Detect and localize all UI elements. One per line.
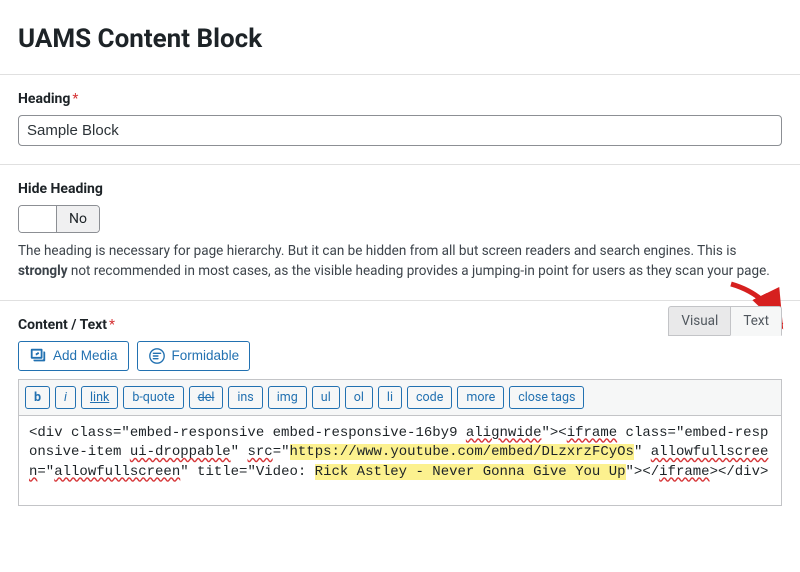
formidable-label: Formidable xyxy=(172,348,240,363)
heading-label-text: Heading xyxy=(18,91,70,107)
heading-label: Heading* xyxy=(18,91,782,107)
add-media-button[interactable]: Add Media xyxy=(18,341,129,371)
tab-text[interactable]: Text xyxy=(730,306,782,336)
tab-visual[interactable]: Visual xyxy=(668,306,730,336)
content-label-text: Content / Text xyxy=(18,317,107,333)
required-mark: * xyxy=(72,91,78,107)
formidable-icon xyxy=(148,347,166,365)
help-text: not recommended in most cases, as the vi… xyxy=(68,263,770,279)
content-label: Content / Text* xyxy=(18,317,782,333)
toggle-handle xyxy=(19,206,57,232)
content-field: Content / Text* Add Media Formidable Vis… xyxy=(18,301,782,524)
qt-code[interactable]: code xyxy=(407,386,452,409)
qt-del[interactable]: del xyxy=(189,386,224,409)
qt-li[interactable]: li xyxy=(378,386,402,409)
page-title: UAMS Content Block xyxy=(18,0,782,74)
media-icon xyxy=(29,347,47,365)
quicktags-toolbar: b i link b-quote del ins img ul ol li co… xyxy=(18,379,782,416)
qt-ol[interactable]: ol xyxy=(345,386,373,409)
qt-bquote[interactable]: b-quote xyxy=(123,386,183,409)
help-text: The heading is necessary for page hierar… xyxy=(18,243,737,259)
heading-input[interactable] xyxy=(18,115,782,146)
formidable-button[interactable]: Formidable xyxy=(137,341,251,371)
content-textarea[interactable]: <div class="embed-responsive embed-respo… xyxy=(18,416,782,506)
hide-heading-help: The heading is necessary for page hierar… xyxy=(18,241,782,282)
heading-field: Heading* xyxy=(18,75,782,164)
qt-italic[interactable]: i xyxy=(55,386,76,409)
qt-link[interactable]: link xyxy=(81,386,118,409)
help-strong: strongly xyxy=(18,263,68,279)
qt-ins[interactable]: ins xyxy=(228,386,262,409)
media-button-row: Add Media Formidable xyxy=(18,341,782,371)
qt-ul[interactable]: ul xyxy=(312,386,340,409)
add-media-label: Add Media xyxy=(53,348,118,363)
qt-more[interactable]: more xyxy=(457,386,504,409)
hide-heading-toggle[interactable]: No xyxy=(18,205,100,233)
editor-tabs: Visual Text xyxy=(668,305,782,335)
required-mark: * xyxy=(109,317,115,333)
qt-bold[interactable]: b xyxy=(25,386,50,409)
qt-close-tags[interactable]: close tags xyxy=(509,386,584,409)
qt-img[interactable]: img xyxy=(268,386,307,409)
toggle-state: No xyxy=(57,206,99,232)
hide-heading-label: Hide Heading xyxy=(18,181,782,197)
hide-heading-field: Hide Heading No The heading is necessary… xyxy=(18,165,782,300)
